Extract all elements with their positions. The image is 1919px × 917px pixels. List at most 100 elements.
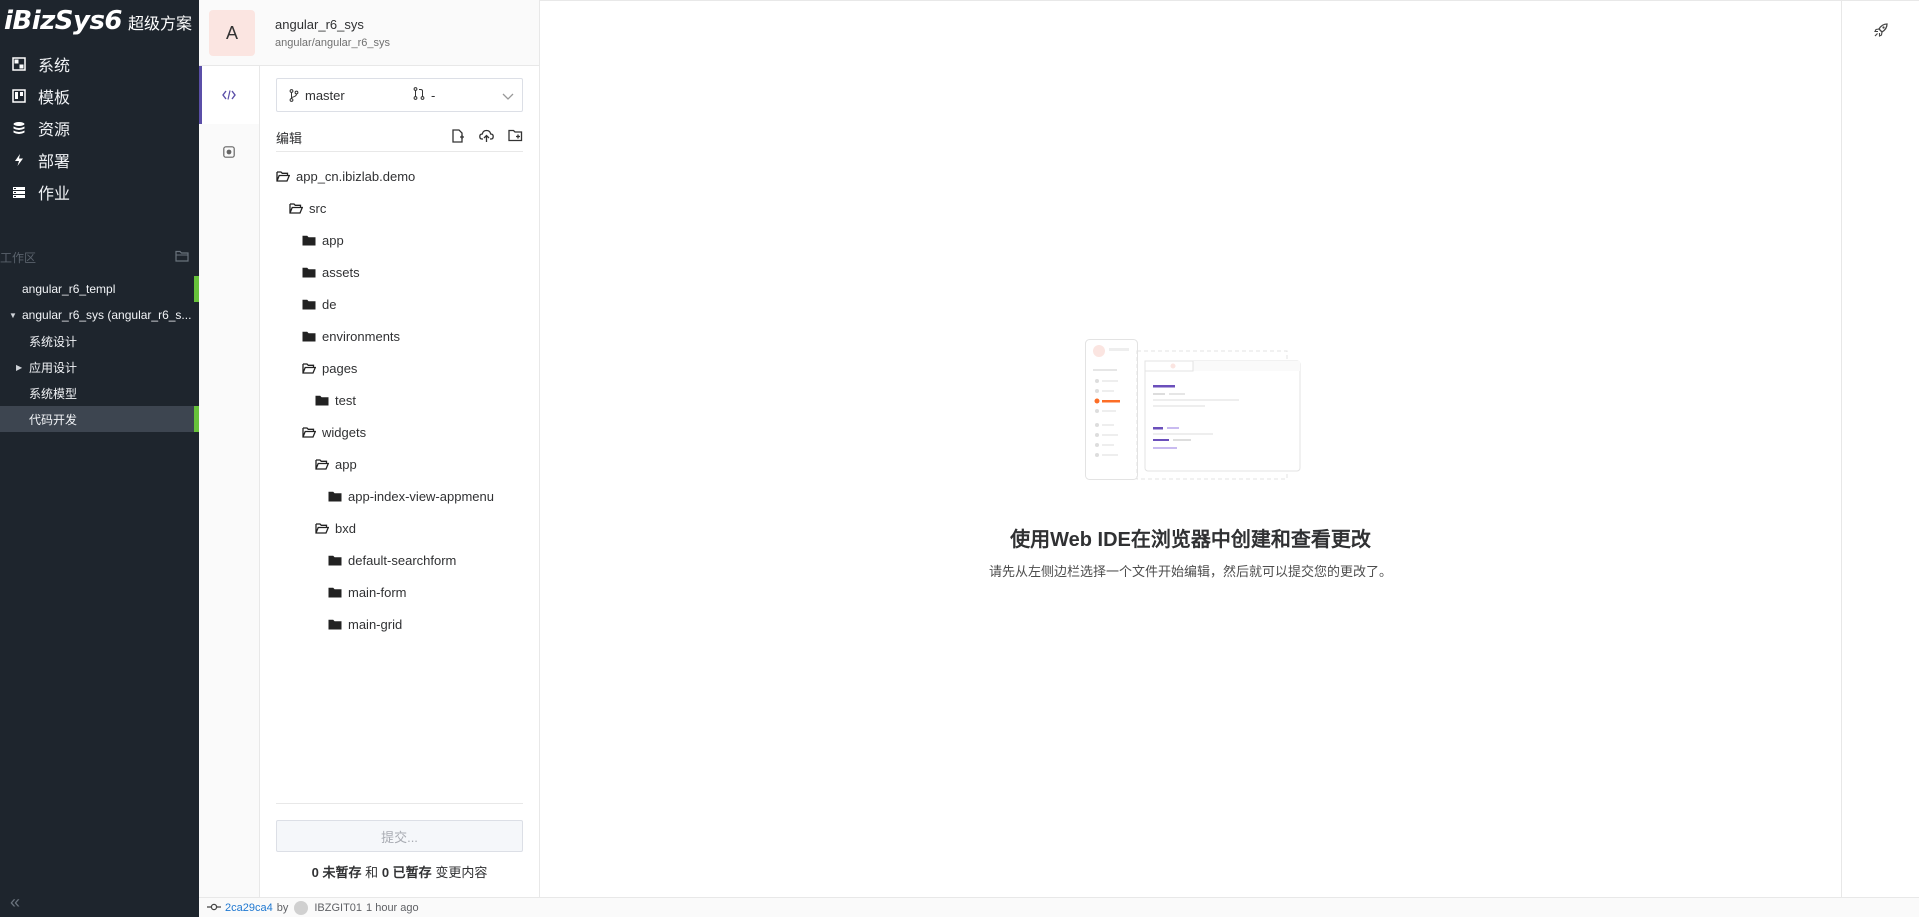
user-avatar (294, 900, 309, 915)
workspace-tree-item[interactable]: 系统模型 (0, 380, 199, 406)
merge-request-selector[interactable]: - (413, 87, 435, 103)
file-tree-folder[interactable]: de (276, 288, 540, 320)
folder-open-icon (315, 522, 335, 534)
file-tree-label: default-searchform (348, 552, 457, 568)
ide-activity-bar (199, 66, 260, 897)
file-tree-label: widgets (322, 424, 367, 440)
merge-request-value: - (431, 87, 436, 103)
folder-icon (328, 555, 348, 566)
branch-dropdown[interactable]: master - (276, 78, 523, 112)
file-tree-folder[interactable]: main-form (276, 576, 540, 608)
edit-mode-button[interactable] (199, 66, 259, 124)
file-tree-label: bxd (335, 520, 356, 536)
workspace-tree: angular_r6_templ ▼ angular_r6_sys (angular… (0, 276, 199, 432)
file-tree-folder[interactable]: pages (276, 352, 540, 384)
edit-label: 编辑 (276, 131, 303, 146)
commit-author: IBZGIT01 (314, 901, 363, 914)
nav-label: 作业 (38, 186, 71, 203)
file-tree-label: app (335, 456, 357, 472)
folder-icon[interactable] (175, 250, 189, 265)
nav-item-job[interactable]: 作业 (0, 176, 199, 208)
folder-icon (302, 235, 322, 246)
rocket-icon[interactable] (1874, 23, 1888, 40)
nav-item-template[interactable]: 模板 (0, 80, 199, 112)
workspace-tree-item[interactable]: ▶ 应用设计 (0, 354, 199, 380)
file-tree-folder[interactable]: app_cn.ibizlab.demo (276, 160, 540, 192)
folder-icon (315, 395, 335, 406)
file-tree-label: main-grid (348, 616, 403, 632)
nav-item-resource[interactable]: 资源 (0, 112, 199, 144)
file-tree-folder[interactable]: src (276, 192, 540, 224)
new-file-icon[interactable] (451, 129, 465, 146)
file-tree-folder[interactable]: app (276, 448, 540, 480)
branch-icon (289, 88, 299, 102)
file-tree-folder[interactable]: test (276, 384, 540, 416)
status-bar: 2ca29ca4 by IBZGIT01 1 hour ago (199, 897, 1919, 917)
folder-icon (302, 299, 322, 310)
file-tree-folder[interactable]: main-grid (276, 608, 540, 640)
and-label: 和 (365, 865, 379, 880)
caret-right-icon[interactable]: ▶ (16, 363, 26, 372)
upload-icon[interactable] (479, 129, 494, 146)
folder-icon (302, 331, 322, 342)
lightning-icon (12, 153, 26, 167)
file-tree-label: de (322, 296, 337, 312)
commit-button[interactable]: 提交... (276, 820, 523, 852)
workspace-tree-label: 代码开发 (29, 412, 78, 427)
main-sidebar: iBizSys6 超级方案 系统 模板 资源 部署 作业 工作区 angular… (0, 0, 199, 917)
commit-time: 1 hour ago (366, 901, 419, 914)
folder-open-icon (302, 362, 322, 374)
nav-item-deploy[interactable]: 部署 (0, 144, 199, 176)
brand-subtitle: 超级方案 (128, 16, 193, 33)
app-logo[interactable]: iBizSys6 超级方案 (4, 6, 192, 40)
file-tree-label: main-form (348, 584, 407, 600)
file-tree-folder[interactable]: environments (276, 320, 540, 352)
collapse-sidebar-icon[interactable]: « (10, 892, 20, 913)
file-tree-folder[interactable]: app (276, 224, 540, 256)
workspace-tree-item[interactable]: angular_r6_templ (0, 276, 199, 302)
nav-label: 部署 (38, 154, 71, 171)
new-folder-icon[interactable] (508, 129, 523, 146)
folder-icon (328, 491, 348, 502)
file-tree-folder[interactable]: app-index-view-appmenu (276, 480, 540, 512)
file-tree-label: assets (322, 264, 360, 280)
folder-icon (302, 267, 322, 278)
commit-sha-link[interactable]: 2ca29ca4 (225, 902, 273, 914)
editor-area: 使用Web IDE在浏览器中创建和查看更改 请先从左侧边栏选择一个文件开始编辑，… (540, 0, 1841, 897)
file-tree-folder[interactable]: default-searchform (276, 544, 540, 576)
file-tree-label: test (335, 392, 356, 408)
workspace-tree-item[interactable]: 代码开发 (0, 406, 199, 432)
main-nav: 系统 模板 资源 部署 作业 (0, 48, 199, 208)
commit-node-icon (207, 902, 221, 914)
file-tree-label: app (322, 232, 344, 248)
commit-section: 提交... 0 未暂存 和 0 已暂存 变更内容 (276, 803, 523, 881)
workspace-tree-item[interactable]: ▼ angular_r6_sys (angular_r6_s... (0, 302, 199, 328)
workspace-tree-item[interactable]: 系统设计 (0, 328, 199, 354)
template-icon (12, 89, 26, 103)
workspace-tree-label: 系统模型 (29, 386, 78, 401)
file-tree-folder[interactable]: widgets (276, 416, 540, 448)
branch-name: master (305, 87, 345, 103)
server-icon (12, 185, 26, 199)
unstaged-count: 0 (311, 865, 319, 880)
file-tree-folder[interactable]: assets (276, 256, 540, 288)
chevron-down-icon (502, 89, 514, 104)
commit-mode-button[interactable] (199, 124, 259, 182)
file-explorer-panel: master - 编辑 app_cn.ibizlab.demo src app ass… (260, 66, 540, 897)
workspace-tree-label: 系统设计 (29, 334, 78, 349)
project-header: A angular_r6_sys angular/angular_r6_sys (199, 0, 540, 66)
edit-toolbar: 编辑 (276, 124, 523, 152)
nav-item-system[interactable]: 系统 (0, 48, 199, 80)
by-label: by (276, 901, 289, 914)
database-icon (12, 121, 26, 135)
workspace-tree-label: angular_r6_sys (angular_r6_s... (22, 308, 192, 322)
file-tree-folder[interactable]: bxd (276, 512, 540, 544)
file-tree: app_cn.ibizlab.demo src app assets de environ… (276, 160, 540, 640)
caret-down-icon[interactable]: ▼ (9, 311, 19, 320)
empty-state-illustration (1085, 339, 1301, 486)
commit-icon (223, 145, 235, 161)
file-tree-label: app-index-view-appmenu (348, 488, 494, 504)
staged-label: 已暂存 (392, 865, 432, 880)
nav-label: 模板 (38, 90, 71, 107)
project-name[interactable]: angular_r6_sys (275, 17, 364, 32)
